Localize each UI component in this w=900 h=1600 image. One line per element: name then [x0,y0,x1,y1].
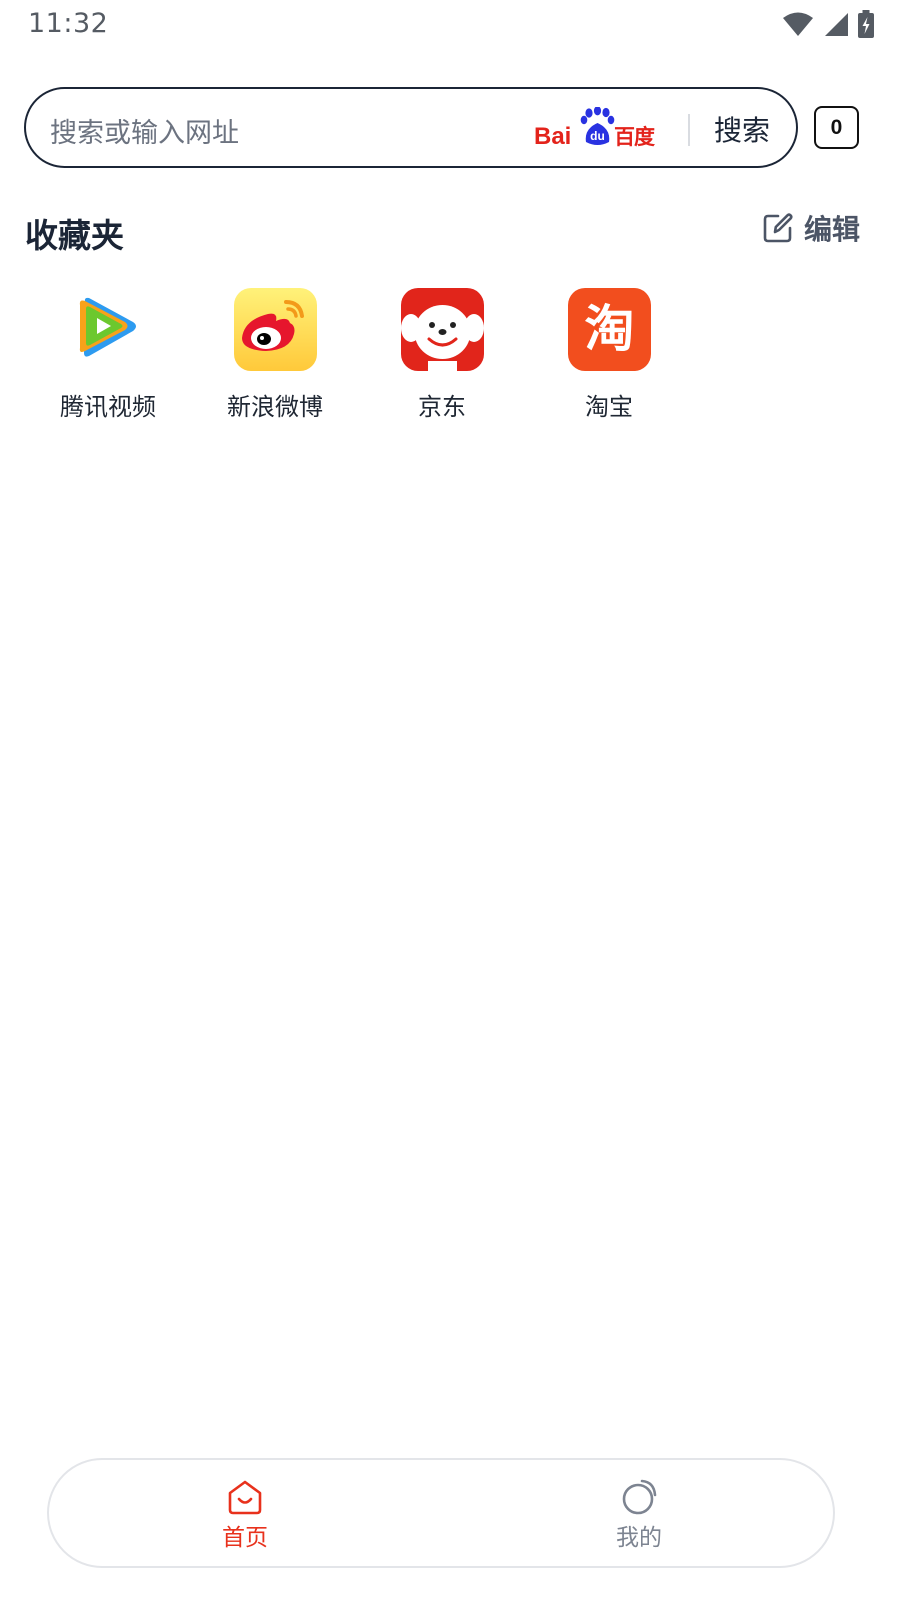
taobao-icon: 淘 [568,288,651,371]
nav-home[interactable]: 首页 [185,1478,305,1558]
favorite-taobao[interactable]: 淘 淘宝 [529,288,689,428]
search-button[interactable]: 搜索 [714,109,770,149]
status-bar: 11:32 [0,0,900,50]
favorite-tencent-video[interactable]: 腾讯视频 [28,288,188,428]
profile-icon [622,1479,657,1515]
search-bar[interactable]: 搜索或输入网址 du Bai 百度 搜索 [24,87,798,168]
edit-favorites-button[interactable]: 编辑 [762,208,860,248]
favorite-jd[interactable]: 京东 [362,288,522,428]
nav-mine[interactable]: 我的 [579,1478,699,1558]
nav-home-label: 首页 [222,1525,268,1551]
search-input[interactable]: 搜索或输入网址 [50,111,239,150]
battery-charging-icon [858,10,874,38]
cell-signal-icon [825,13,848,36]
favorite-label: 腾讯视频 [60,393,156,421]
favorite-weibo[interactable]: 新浪微博 [195,288,355,428]
search-divider [688,114,690,146]
svg-text:Bai: Bai [534,123,571,150]
tab-counter-button[interactable]: 0 [814,106,859,149]
favorite-label: 淘宝 [585,393,633,421]
favorites-title: 收藏夹 [25,216,124,255]
status-time: 11:32 [28,8,109,39]
bottom-nav: 首页 我的 [47,1458,835,1568]
jd-icon [401,288,484,371]
baidu-logo-icon[interactable]: du Bai 百度 [534,107,660,151]
favorite-label: 新浪微博 [227,393,323,421]
status-icons [782,10,874,38]
wifi-icon [783,12,813,36]
edit-label: 编辑 [803,213,860,246]
tencent-video-icon [79,297,136,357]
svg-text:淘: 淘 [585,300,635,358]
svg-text:百度: 百度 [614,125,655,149]
svg-text:du: du [590,129,605,143]
favorite-label: 京东 [418,393,466,421]
browser-home-screen: 11:32 搜索或输入网址 du Bai 百度 搜索 0 收藏夹 编辑 腾讯视频… [0,0,900,1600]
nav-mine-label: 我的 [616,1525,662,1551]
home-icon [228,1480,262,1515]
edit-icon [763,213,793,243]
weibo-icon [234,288,317,371]
